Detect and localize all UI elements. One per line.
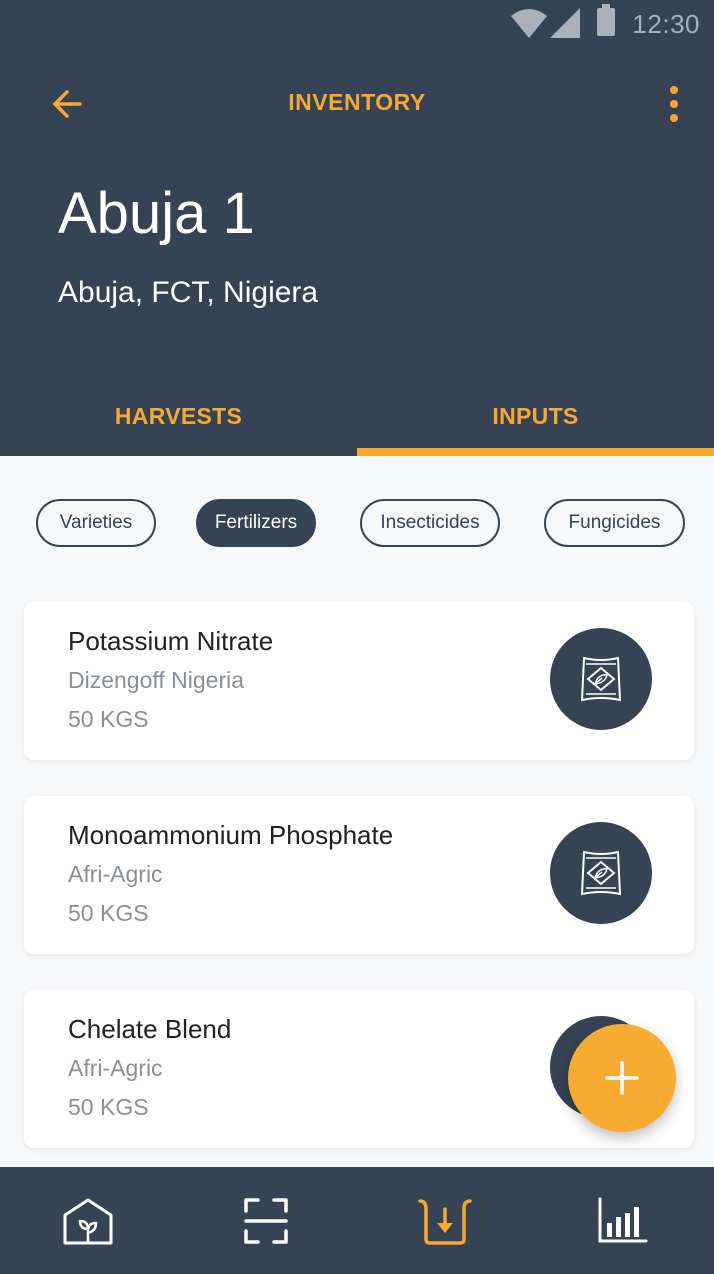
- scan-icon: [244, 1198, 288, 1244]
- inventory-card[interactable]: Monoammonium Phosphate Afri-Agric 50 KGS: [24, 796, 694, 954]
- more-dot-icon: [670, 86, 678, 94]
- more-dot-icon: [670, 114, 678, 122]
- filter-chip-varieties[interactable]: Varieties: [36, 499, 156, 547]
- tab-harvests[interactable]: HARVESTS: [0, 376, 357, 456]
- item-name: Potassium Nitrate: [68, 626, 274, 656]
- more-options-button[interactable]: [656, 80, 692, 128]
- signal-icon: [550, 8, 580, 38]
- item-supplier: Afri-Agric: [68, 1055, 163, 1081]
- farm-name: Abuja 1: [58, 181, 255, 246]
- nav-item-inventory[interactable]: [356, 1167, 534, 1274]
- add-input-button[interactable]: [568, 1024, 676, 1132]
- item-name: Chelate Blend: [68, 1014, 232, 1044]
- more-dot-icon: [670, 100, 678, 108]
- filter-chip-fungicides[interactable]: Fungicides: [544, 499, 685, 547]
- item-supplier: Dizengoff Nigeria: [68, 667, 245, 693]
- tab-inputs-label: INPUTS: [492, 403, 579, 429]
- item-quantity: 50 KGS: [68, 706, 149, 732]
- fertilizer-bag-icon: [550, 628, 652, 730]
- battery-icon: [597, 4, 615, 36]
- item-supplier: Afri-Agric: [68, 861, 163, 887]
- wifi-icon: [511, 9, 547, 38]
- filter-chip-fertilizers[interactable]: Fertilizers: [196, 499, 316, 547]
- inventory-icon: [418, 1199, 472, 1245]
- fertilizer-bag-icon: [550, 822, 652, 924]
- plus-icon: [605, 1061, 639, 1095]
- item-quantity: 50 KGS: [68, 900, 149, 926]
- tab-inputs[interactable]: INPUTS: [357, 376, 714, 456]
- greenhouse-icon: [63, 1198, 113, 1245]
- nav-item-greenhouse[interactable]: [0, 1167, 178, 1274]
- page-title: INVENTORY: [288, 89, 426, 115]
- farm-location: Abuja, FCT, Nigiera: [58, 276, 319, 309]
- app-header: 12:30 INVENTORY Abuja 1 Abuja, FCT, Nigi…: [0, 0, 714, 456]
- status-bar: 12:30: [0, 0, 714, 48]
- item-name: Monoammonium Phosphate: [68, 820, 394, 850]
- item-quantity: 50 KGS: [68, 1094, 149, 1120]
- filter-chip-insecticides[interactable]: Insecticides: [360, 499, 500, 547]
- analytics-icon: [598, 1197, 648, 1243]
- inventory-card[interactable]: Potassium Nitrate Dizengoff Nigeria 50 K…: [24, 602, 694, 760]
- active-tab-indicator: [357, 448, 714, 456]
- status-time: 12:30: [632, 9, 700, 39]
- nav-item-scan[interactable]: [178, 1167, 356, 1274]
- nav-item-analytics[interactable]: [534, 1167, 712, 1274]
- bottom-navigation: [0, 1167, 714, 1274]
